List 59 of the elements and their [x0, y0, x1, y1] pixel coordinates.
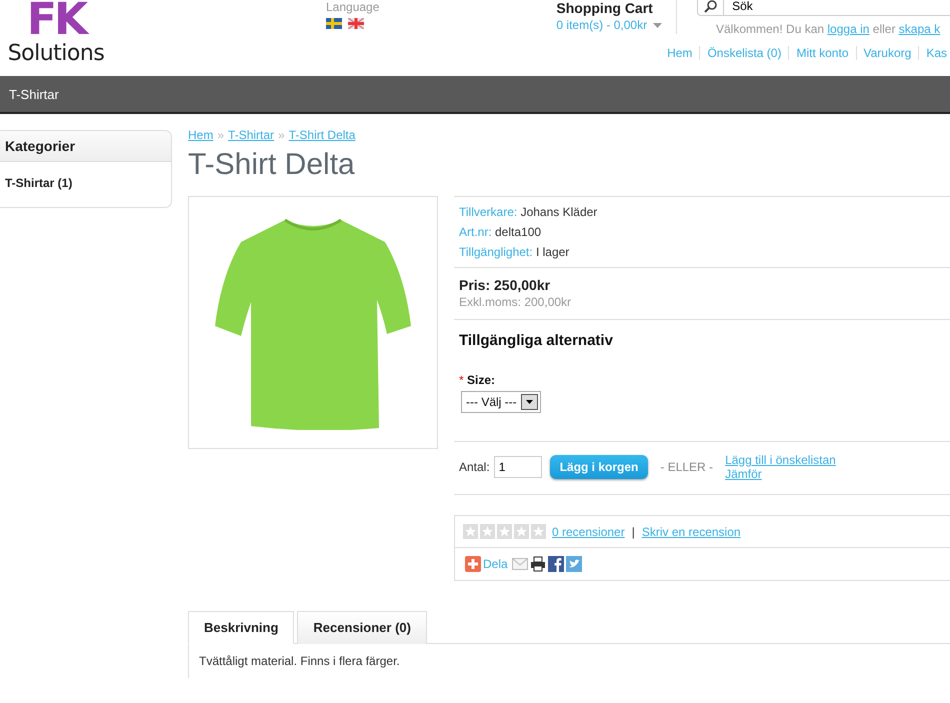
breadcrumb-separator: »: [217, 128, 224, 142]
breadcrumb-link[interactable]: Hem: [188, 128, 214, 142]
spec-line: Art.nr: delta100: [459, 224, 542, 241]
search-icon[interactable]: [704, 0, 718, 12]
star-icon[interactable]: [514, 524, 529, 539]
write-review-link[interactable]: Skriv en recension: [642, 524, 741, 538]
compare-link[interactable]: Jämför: [725, 467, 762, 481]
tab[interactable]: Beskrivning: [188, 611, 294, 644]
price-text: Pris: 250,00kr: [459, 277, 552, 293]
required-mark: *: [459, 373, 464, 387]
breadcrumb-separator: »: [278, 128, 285, 142]
plus-icon[interactable]: [465, 556, 481, 572]
tab[interactable]: Recensioner (0): [297, 611, 427, 644]
or-text: - ELLER -: [660, 460, 714, 474]
spec-line: Tillgänglighet: I lager: [459, 244, 570, 261]
welcome-text: Välkommen! Du kan logga in eller skapa k: [716, 22, 942, 36]
breadcrumb-link[interactable]: T-Shirt Delta: [288, 128, 356, 142]
panel-title: Kategorier: [0, 131, 171, 162]
star-icon[interactable]: [531, 524, 546, 539]
spec-line: Tillverkare: Johans Kläder: [459, 204, 598, 221]
top-link[interactable]: Varukorg: [856, 46, 918, 60]
description-text: Tvättåligt material. Finns i flera färger.: [188, 644, 950, 678]
top-link[interactable]: Önskelista (0): [699, 46, 788, 60]
size-dropdown[interactable]: --- Välj ---: [461, 391, 541, 413]
star-icon[interactable]: [497, 524, 512, 539]
share-link[interactable]: Dela: [483, 557, 508, 571]
breadcrumb-link[interactable]: T-Shirtar: [228, 128, 274, 142]
star-icon[interactable]: [480, 524, 495, 539]
caret-icon: [526, 400, 533, 404]
quantity-field[interactable]: 1: [494, 456, 542, 478]
cart-summary[interactable]: 0 item(s) - 0,00kr: [556, 18, 648, 32]
product-image[interactable]: [188, 196, 438, 449]
category-link[interactable]: T-Shirtar (1): [0, 162, 171, 190]
price-excl-tax: Exkl.moms: 200,00kr: [459, 295, 572, 309]
option-label: Size:: [467, 373, 496, 387]
top-link[interactable]: Kas: [918, 46, 950, 60]
login-link[interactable]: logga in: [827, 22, 870, 36]
top-link[interactable]: Mitt konto: [788, 46, 856, 60]
options-heading: Tillgängliga alternativ: [459, 332, 614, 349]
print-icon[interactable]: [530, 556, 546, 572]
product-title: T-Shirt Delta: [188, 148, 356, 182]
language-label: Language: [326, 0, 380, 14]
add-to-cart-button[interactable]: Lägg i korgen: [550, 455, 648, 479]
facebook-icon[interactable]: [548, 556, 564, 572]
caret-icon[interactable]: [653, 22, 662, 28]
reviews-link[interactable]: 0 recensioner: [552, 524, 625, 538]
wishlist-link[interactable]: Lägg till i önskelistan: [725, 453, 836, 467]
flag-icon[interactable]: [348, 18, 364, 29]
search-button[interactable]: [697, 0, 724, 16]
nav-link[interactable]: T-Shirtar: [9, 86, 59, 102]
link-separator: |: [632, 524, 635, 538]
star-icon[interactable]: [463, 524, 478, 539]
search-field[interactable]: Sök: [723, 0, 950, 16]
company-logo[interactable]: FK Solutions: [0, 0, 104, 76]
flag-icon[interactable]: [326, 18, 342, 29]
cart-title: Shopping Cart: [556, 0, 654, 16]
quantity-label: Antal:: [459, 460, 490, 474]
top-link[interactable]: Hem: [660, 46, 700, 60]
register-link[interactable]: skapa k: [898, 22, 940, 36]
